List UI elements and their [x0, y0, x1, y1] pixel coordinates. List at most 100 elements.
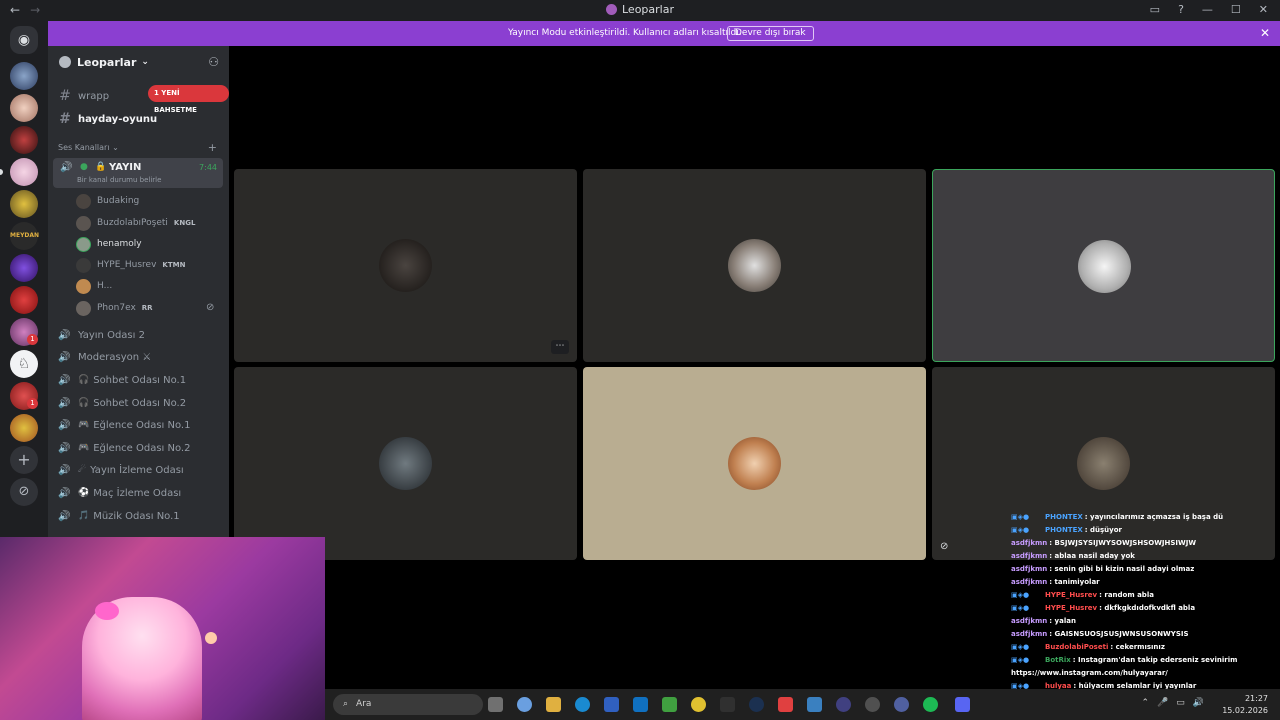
app-icon[interactable] — [807, 697, 822, 712]
voice-user[interactable]: BuzdolabıPoşeti KNGL — [76, 213, 195, 233]
maximize-button[interactable]: ☐ — [1231, 3, 1241, 16]
voice-user[interactable]: H... — [76, 276, 112, 296]
outlook-icon[interactable] — [633, 697, 648, 712]
discover-icon[interactable]: ⊘ — [10, 478, 38, 506]
voice-channel-item[interactable]: 🔊 🎮 Eğlence Odası No.1 — [58, 414, 190, 436]
video-tile[interactable] — [583, 169, 926, 362]
server-icon[interactable] — [10, 254, 38, 282]
server-icon[interactable] — [10, 190, 38, 218]
channel-item[interactable]: # hayday-oyunu — [56, 108, 223, 130]
voice-channel-item[interactable]: 🔊 🎵 Müzik Odası No.1 — [58, 505, 180, 527]
obs-icon[interactable] — [865, 697, 880, 712]
voice-channel-item[interactable]: 🔊 🎧 Sohbet Odası No.2 — [58, 392, 186, 414]
close-icon[interactable]: ✕ — [1260, 26, 1270, 40]
voice-channel-item[interactable]: 🔊 ⚽ Maç İzleme Odası — [58, 482, 181, 504]
invite-icon[interactable]: ⚇ — [208, 55, 219, 69]
channel-status[interactable]: Bir kanal durumu belirle — [77, 176, 161, 184]
chat-username: asdfjkmn — [1011, 630, 1048, 638]
discord-home-icon[interactable]: ◉ — [10, 26, 38, 54]
music-icon: 🎵 — [78, 511, 90, 521]
chat-username: PHONTEX — [1045, 513, 1083, 521]
streamer-mode-banner: Yayıncı Modu etkinleştirildi. Kullanıcı … — [48, 21, 1280, 46]
server-icon[interactable] — [10, 286, 38, 314]
active-voice-channel[interactable]: 🔊 ● 🔒 YAYIN 7:44 Bir kanal durumu belirl… — [53, 158, 223, 188]
chat-text: Instagram'dan takip ederseniz sevinirim — [1078, 656, 1238, 664]
voice-user[interactable]: Budaking — [76, 191, 139, 211]
voice-channel-item[interactable]: 🔊 ☄ Yayın İzleme Odası — [58, 459, 184, 481]
more-options-icon[interactable]: ⋯ — [551, 340, 569, 354]
inbox-icon[interactable]: ▭ — [1150, 3, 1160, 16]
guild-header[interactable]: Leoparlar ⌄ ⚇ — [48, 46, 229, 78]
notification-badge: 1 — [27, 334, 38, 345]
app-icon[interactable] — [778, 697, 793, 712]
voice-user[interactable]: Phon7ex RR — [76, 298, 153, 318]
chrome-icon[interactable] — [691, 697, 706, 712]
voice-user-name: H... — [97, 281, 113, 291]
taskbar: ⌕ Ara ⌃🎤▭🔊 21:27 15.02.2026 — [325, 689, 1280, 720]
voice-channel-item[interactable]: 🔊 Yayın Odası 2 — [58, 324, 145, 346]
server-icon[interactable]: ♘ — [10, 350, 38, 378]
add-server-icon[interactable]: + — [10, 446, 38, 474]
avatar — [1078, 240, 1131, 293]
system-tray[interactable]: ⌃🎤▭🔊 — [1142, 698, 1212, 708]
server-icon[interactable] — [10, 126, 38, 154]
chat-username: BotRix — [1045, 656, 1071, 664]
voice-timer: 7:44 — [199, 163, 217, 172]
store-icon[interactable] — [604, 697, 619, 712]
task-view-icon[interactable] — [488, 697, 503, 712]
chat-text: senin gibi bi kizin nasil adayi olmaz — [1054, 565, 1195, 573]
chat-text: tanimiyolar — [1054, 578, 1100, 586]
disable-streamer-mode-button[interactable]: Devre dışı bırak — [727, 26, 814, 41]
help-icon[interactable]: ? — [1178, 3, 1184, 16]
voice-user-name: HYPE_Husrev — [97, 260, 157, 270]
chat-username: asdfjkmn — [1011, 539, 1048, 547]
chat-username: asdfjkmn — [1011, 565, 1048, 573]
mention-badge[interactable]: 1 YENİ BAHSETME — [148, 85, 229, 114]
chat-message: ▣◈● HYPE_Husrev: random abla — [1011, 589, 1280, 602]
taskbar-search[interactable]: ⌕ Ara — [333, 694, 483, 715]
epic-games-icon[interactable] — [720, 697, 735, 712]
minimize-button[interactable]: — — [1202, 3, 1213, 16]
file-explorer-icon[interactable] — [546, 697, 561, 712]
app-icon[interactable] — [894, 697, 909, 712]
chevron-down-icon: ⌄ — [141, 57, 149, 67]
server-icon[interactable]: MEYDAN — [10, 222, 39, 250]
server-icon[interactable] — [10, 94, 38, 122]
voice-user[interactable]: henamoly — [76, 234, 142, 254]
gamepad-icon: 🎮 — [78, 443, 90, 453]
voice-user-name: BuzdolabıPoşeti — [97, 218, 168, 228]
speaker-icon: 🔊 — [58, 464, 71, 476]
video-tile[interactable] — [234, 367, 577, 560]
discord-icon[interactable] — [955, 697, 970, 712]
add-channel-icon[interactable]: + — [208, 141, 217, 154]
server-icon[interactable] — [10, 158, 38, 186]
server-icon[interactable] — [10, 414, 38, 442]
voice-channel-name: Sohbet Odası No.1 — [93, 374, 187, 386]
chat-message: asdfjkmn: yalan — [1011, 615, 1280, 628]
server-icon[interactable] — [10, 62, 38, 90]
clock-time: 21:27 — [1244, 694, 1268, 703]
badge-icon: ▣◈● — [1011, 526, 1030, 534]
app-icon[interactable] — [836, 697, 851, 712]
video-tile-speaking[interactable] — [932, 169, 1275, 362]
voice-channel-item[interactable]: 🔊 🎧 Sohbet Odası No.1 — [58, 369, 186, 391]
close-button[interactable]: ✕ — [1259, 3, 1268, 16]
chat-username: BuzdolabiPoseti — [1045, 643, 1109, 651]
video-tile[interactable] — [583, 367, 926, 560]
webcam-light — [205, 632, 217, 644]
video-tile[interactable]: ⋯ — [234, 169, 577, 362]
voice-channel-item[interactable]: 🔊 Moderasyon ⚔ — [58, 346, 151, 368]
voice-category[interactable]: Ses Kanalları ⌄ — [58, 143, 119, 152]
voice-user[interactable]: HYPE_Husrev KTMN — [76, 255, 185, 275]
copilot-icon[interactable] — [517, 697, 532, 712]
xbox-icon[interactable] — [662, 697, 677, 712]
spotify-icon[interactable] — [923, 697, 938, 712]
headphones-icon: 🎧 — [78, 375, 90, 385]
voice-channel-item[interactable]: 🔊 🎮 Eğlence Odası No.2 — [58, 437, 190, 459]
chat-text: yayıncılarımız açmazsa iş başa dü — [1090, 513, 1224, 521]
steam-icon[interactable] — [749, 697, 764, 712]
edge-icon[interactable] — [575, 697, 590, 712]
webcam-overlay — [0, 537, 325, 720]
clock[interactable]: 21:27 15.02.2026 — [1222, 693, 1268, 717]
chat-username: asdfjkmn — [1011, 617, 1048, 625]
